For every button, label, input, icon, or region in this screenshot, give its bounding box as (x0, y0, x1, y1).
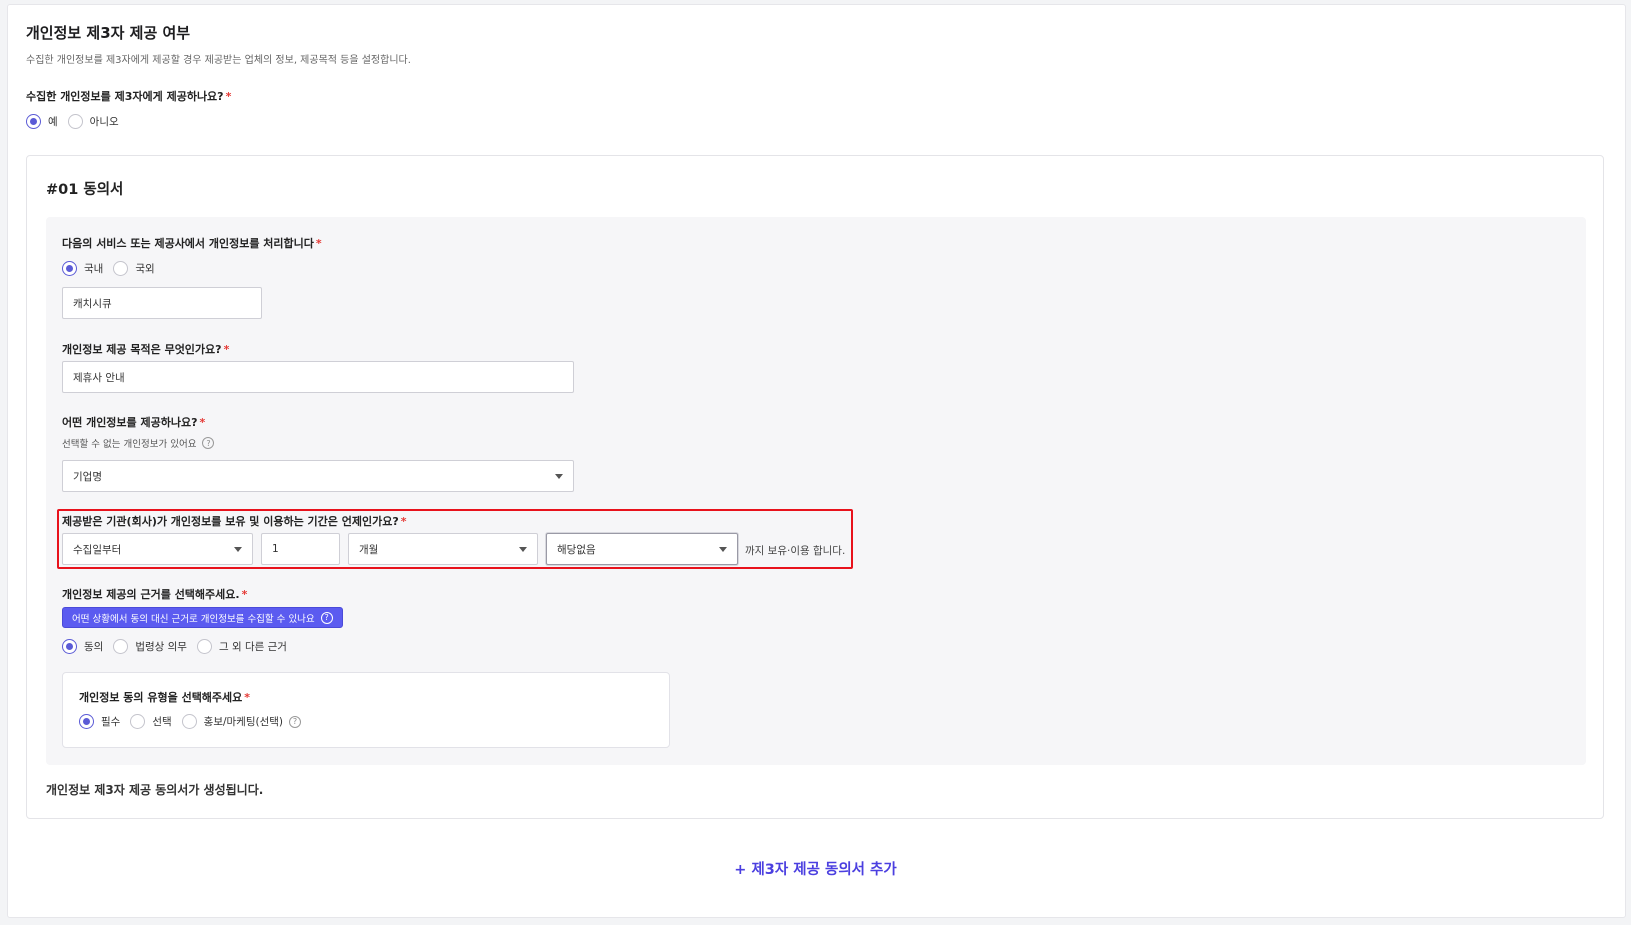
radio-label: 국내 (84, 263, 104, 275)
processor-radio-group: 국내 국외 (62, 261, 165, 276)
consent-type-card (62, 672, 670, 748)
radio-button[interactable] (113, 639, 129, 654)
chevron-down-icon (519, 546, 527, 552)
radio-label: 그 외 다른 근거 (218, 641, 287, 653)
radio-button[interactable] (67, 114, 83, 129)
radio-other-basis[interactable]: 그 외 다른 근거 (196, 639, 287, 654)
required-mark: * (241, 588, 248, 601)
radio-label: 예 (48, 116, 58, 128)
retention-suffix: 까지 보유·이용 합니다. (745, 545, 846, 557)
radio-required[interactable]: 필수 (79, 714, 120, 729)
radio-button[interactable] (196, 639, 212, 654)
required-mark: * (199, 416, 206, 429)
chevron-down-icon (555, 473, 563, 479)
radio-label: 선택 (152, 716, 172, 728)
radio-no[interactable]: 아니오 (67, 114, 119, 129)
basis-label: 개인정보 제공의 근거를 선택해주세요. * (62, 588, 248, 601)
radio-domestic[interactable]: 국내 (62, 261, 103, 276)
radio-label: 홍보/마케팅(선택) (203, 716, 284, 728)
radio-button[interactable] (130, 714, 146, 729)
radio-optional[interactable]: 선택 (130, 714, 172, 729)
radio-button[interactable] (79, 714, 94, 729)
radio-label: 동의 (84, 641, 104, 653)
section-title: 개인정보 제3자 제공 여부 (26, 24, 191, 42)
radio-label: 법령상 의무 (135, 641, 187, 653)
required-mark: * (223, 343, 230, 356)
radio-button[interactable] (62, 639, 77, 654)
processor-label: 다음의 서비스 또는 제공사에서 개인정보를 처리합니다 * (62, 237, 322, 250)
processor-name-input[interactable]: 캐치시큐 (62, 287, 262, 319)
items-label: 어떤 개인정보를 제공하나요? * (62, 416, 206, 429)
chevron-down-icon (719, 546, 727, 552)
retention-exception-value: 해당없음 (557, 543, 596, 556)
provide-question-label: 수집한 개인정보를 제3자에게 제공하나요? * (26, 90, 232, 103)
retention-label: 제공받은 기관(회사)가 개인정보를 보유 및 이용하는 기간은 언제인가요? * (62, 515, 407, 528)
radio-consent[interactable]: 동의 (62, 639, 103, 654)
required-mark: * (225, 90, 232, 103)
question-circle-icon[interactable]: ? (202, 437, 215, 449)
radio-label: 아니오 (89, 116, 119, 128)
required-mark: * (400, 515, 407, 528)
retention-start-select[interactable]: 수집일부터 (62, 533, 253, 565)
retention-exception-select[interactable]: 해당없음 (546, 533, 738, 565)
radio-overseas[interactable]: 국외 (113, 261, 155, 276)
purpose-input[interactable]: 제휴사 안내 (62, 361, 574, 393)
provide-radio-group: 예 아니오 (26, 114, 129, 129)
consent-type-radio-group: 필수 선택 홍보/마케팅(선택) ? (79, 714, 311, 729)
consent-type-label: 개인정보 동의 유형을 선택해주세요 * (79, 691, 251, 704)
chevron-down-icon (234, 546, 242, 552)
basis-radio-group: 동의 법령상 의무 그 외 다른 근거 (62, 639, 297, 654)
basis-info-badge[interactable]: 어떤 상황에서 동의 대신 근거로 개인정보를 수집할 수 있나요 ? (62, 607, 343, 628)
purpose-label: 개인정보 제공 목적은 무엇인가요? * (62, 343, 230, 356)
radio-button[interactable] (62, 261, 77, 276)
items-select-value: 기업명 (73, 470, 102, 483)
section-description: 수집한 개인정보를 제3자에게 제공할 경우 제공받는 업체의 정보, 제공목적… (26, 55, 411, 66)
radio-button[interactable] (113, 261, 129, 276)
radio-label: 국외 (135, 263, 155, 275)
consent-card-title: #01 동의서 (46, 182, 124, 198)
radio-legal-obligation[interactable]: 법령상 의무 (113, 639, 187, 654)
radio-label: 필수 (101, 716, 121, 728)
radio-button[interactable] (181, 714, 197, 729)
radio-button[interactable] (26, 114, 41, 129)
radio-yes[interactable]: 예 (26, 114, 58, 129)
retention-unit-value: 개월 (359, 543, 379, 556)
radio-marketing[interactable]: 홍보/마케팅(선택) ? (181, 714, 302, 729)
items-select[interactable]: 기업명 (62, 460, 574, 492)
retention-amount-input[interactable]: 1 (261, 533, 340, 565)
retention-unit-select[interactable]: 개월 (348, 533, 538, 565)
retention-start-value: 수집일부터 (73, 543, 122, 556)
required-mark: * (244, 691, 251, 704)
required-mark: * (315, 237, 322, 250)
consent-footer-note: 개인정보 제3자 제공 동의서가 생성됩니다. (46, 783, 264, 797)
question-circle-icon: ? (320, 611, 333, 624)
items-hint: 선택할 수 없는 개인정보가 있어요 ? (62, 436, 215, 450)
question-circle-icon[interactable]: ? (289, 715, 302, 728)
add-consent-button[interactable]: + 제3자 제공 동의서 추가 (0, 858, 1631, 879)
